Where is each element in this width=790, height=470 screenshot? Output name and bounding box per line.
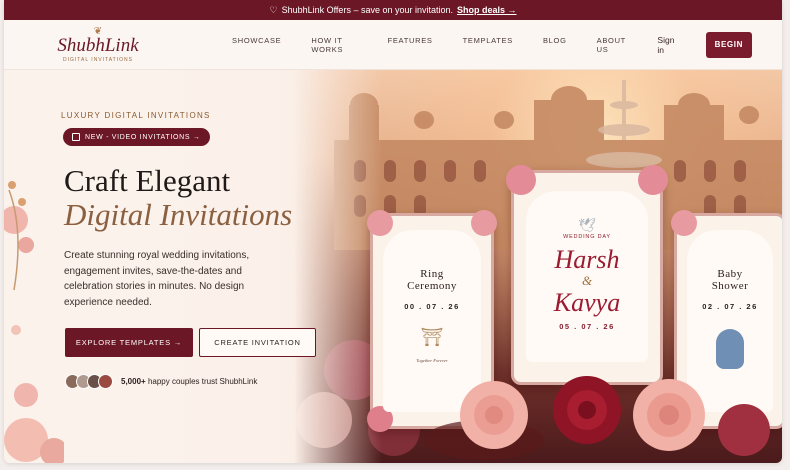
baby-title-2: Shower	[711, 280, 749, 292]
wedding-card[interactable]: 🕊 WEDDING DAY Harsh & Kavya 05 . 07 . 26	[506, 165, 668, 385]
calendar-icon	[72, 133, 80, 141]
logo[interactable]: ❦ ShubhLink DIGITAL INVITATIONS	[57, 26, 139, 63]
hero-description: Create stunning royal wedding invitation…	[64, 250, 250, 308]
hero-eyebrow: LUXURY DIGITAL INVITATIONS	[61, 111, 211, 120]
ring-title-1: Ring	[420, 268, 444, 280]
nav-how-it-works[interactable]: HOW IT WORKS	[311, 36, 357, 54]
nav-templates[interactable]: TEMPLATES	[463, 36, 513, 54]
ring-title-2: Ceremony	[407, 280, 457, 292]
rose-icon	[671, 210, 697, 236]
site-header: ❦ ShubhLink DIGITAL INVITATIONS SHOWCASE…	[4, 20, 782, 70]
rose-icon	[638, 165, 668, 195]
nav-about-us[interactable]: ABOUT US	[597, 36, 628, 54]
explore-templates-button[interactable]: EXPLORE TEMPLATES →	[65, 328, 193, 357]
nav-blog[interactable]: BLOG	[543, 36, 567, 54]
rose-icon	[506, 165, 536, 195]
card-inner: 🕊 WEDDING DAY Harsh & Kavya 05 . 07 . 26	[526, 191, 648, 362]
sign-in-link[interactable]: Sign in	[657, 35, 681, 55]
main-nav: SHOWCASE HOW IT WORKS FEATURES TEMPLATES…	[232, 36, 657, 54]
new-video-invitations-pill[interactable]: NEW - VIDEO INVITATIONS →	[63, 128, 210, 146]
avatar	[98, 374, 113, 389]
temple-icon: ⛩	[420, 327, 444, 347]
social-proof-text: 5,000+ happy couples trust ShubhLink	[121, 377, 258, 386]
shop-deals-link[interactable]: Shop deals →	[457, 5, 517, 15]
ring-date: 00 . 07 . 26	[404, 302, 460, 311]
browser-page: ♡ ShubhLink Offers – save on your invita…	[4, 0, 782, 463]
create-invitation-button[interactable]: CREATE INVITATION	[199, 328, 316, 357]
begin-button[interactable]: BEGIN	[705, 31, 752, 58]
rose-icon	[471, 210, 497, 236]
doves-icon: 🕊	[578, 217, 596, 233]
promo-bar: ♡ ShubhLink Offers – save on your invita…	[4, 0, 782, 20]
pill-label: NEW - VIDEO INVITATIONS →	[85, 133, 201, 141]
bride-name: Harsh	[554, 245, 620, 274]
nav-features[interactable]: FEATURES	[388, 36, 433, 54]
nav-showcase[interactable]: SHOWCASE	[232, 36, 281, 54]
ampersand: &	[581, 273, 593, 288]
logo-subtitle: DIGITAL INVITATIONS	[63, 56, 133, 63]
ring-footer: Together Forever	[416, 358, 448, 363]
rose-icon	[367, 210, 393, 236]
social-proof: 5,000+ happy couples trust ShubhLink	[65, 374, 257, 389]
hero-title-line1: Craft Elegant	[64, 163, 231, 198]
promo-text: ShubhLink Offers – save on your invitati…	[281, 5, 453, 15]
left-floral-decoration	[4, 181, 64, 463]
front-roses-decoration	[424, 376, 770, 460]
baby-date: 02 . 07 . 26	[702, 302, 758, 311]
baby-krishna-icon	[716, 329, 744, 369]
heart-icon: ♡	[269, 4, 278, 15]
groom-name: Kavya	[553, 288, 621, 317]
hero-section: LUXURY DIGITAL INVITATIONS NEW - VIDEO I…	[4, 70, 782, 463]
hero-title-line2: Digital Invitations	[64, 197, 293, 232]
wedding-day-label: WEDDING DAY	[563, 234, 611, 240]
logo-name: ShubhLink	[57, 34, 139, 56]
wedding-date: 05 . 07 . 26	[559, 322, 615, 331]
baby-title-1: Baby	[717, 268, 743, 280]
